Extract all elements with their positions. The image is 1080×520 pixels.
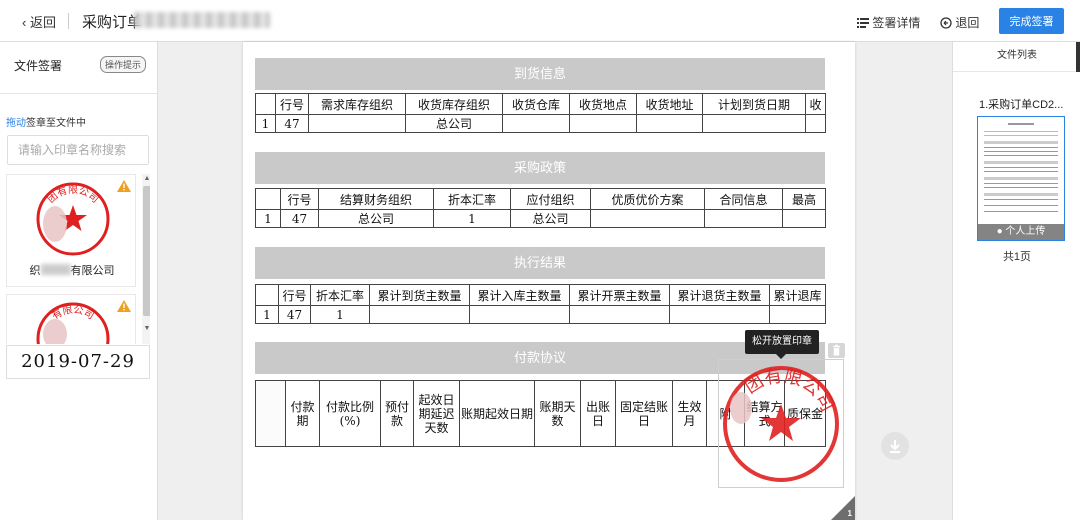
list-icon bbox=[857, 18, 869, 28]
trash-icon[interactable] bbox=[828, 343, 845, 358]
drop-seal-tooltip: 松开放置印章 bbox=[745, 330, 819, 359]
back-button[interactable]: ‹ 返回 bbox=[22, 12, 56, 31]
svg-text:团有限公司: 团有限公司 bbox=[45, 184, 100, 206]
table-row: 1 47 1 bbox=[255, 305, 826, 324]
section-title-arrival: 到货信息 bbox=[255, 58, 825, 90]
policy-table: 行号 结算财务组织 折本汇率 应付组织 优质优价方案 合同信息 最高 1 47 … bbox=[255, 188, 826, 228]
user-icon: ● bbox=[996, 226, 1003, 237]
download-arrow-icon bbox=[890, 440, 900, 453]
section-title-policy: 采购政策 bbox=[255, 152, 825, 184]
file-list-title: 文件列表 bbox=[953, 42, 1080, 72]
company-seal-image: 团有限公司 bbox=[723, 365, 839, 482]
operation-tip-button[interactable]: 操作提示 bbox=[100, 56, 147, 73]
table-row: 1 47 总公司 1 总公司 bbox=[255, 209, 826, 228]
chevron-left-icon: ‹ bbox=[22, 15, 27, 30]
result-table: 行号 折本汇率 累计到货主数量 累计入库主数量 累计开票主数量 累计退货主数量 … bbox=[255, 284, 826, 324]
table-row: 1 47 总公司 bbox=[255, 114, 826, 133]
scroll-up-icon[interactable]: ▲ bbox=[142, 174, 150, 184]
file-name[interactable]: 1.采购订单CD2... bbox=[979, 96, 1063, 112]
scroll-down-icon[interactable]: ▼ bbox=[142, 324, 150, 334]
divider bbox=[68, 13, 69, 29]
seal-list: 团有限公司 织有限公司 有限公司 ▲ ▼ bbox=[6, 174, 150, 344]
file-thumbnail[interactable]: ● 个人上传 bbox=[977, 116, 1065, 241]
thumbnail-label: ● 个人上传 bbox=[978, 224, 1064, 240]
drag-hint: 拖动签章至文件中 bbox=[6, 114, 86, 129]
seal-search-input[interactable] bbox=[7, 135, 149, 165]
date-stamp[interactable]: 2019-07-29 bbox=[6, 345, 150, 379]
seal-name: 织有限公司 bbox=[29, 264, 115, 277]
scroll-thumb[interactable] bbox=[143, 186, 150, 316]
seal-card[interactable]: 团有限公司 织有限公司 bbox=[6, 174, 136, 287]
page-number: 1 bbox=[847, 509, 852, 518]
company-seal-image: 团有限公司 bbox=[36, 182, 110, 256]
table-header-row: 行号 折本汇率 累计到货主数量 累计入库主数量 累计开票主数量 累计退货主数量 … bbox=[255, 284, 826, 306]
file-list-panel: 文件列表 1.采购订单CD2... ● 个人上传 共1页 bbox=[952, 42, 1080, 520]
panel-title: 文件签署 bbox=[14, 59, 63, 73]
redacted-title-part bbox=[134, 12, 270, 28]
file-list-scrollbar[interactable] bbox=[1076, 42, 1080, 72]
sign-detail-button[interactable]: 签署详情 bbox=[857, 14, 920, 31]
download-icon[interactable] bbox=[881, 432, 909, 460]
seal-card[interactable]: 有限公司 bbox=[6, 294, 136, 344]
company-seal-image: 有限公司 bbox=[36, 302, 110, 344]
warning-icon bbox=[117, 300, 131, 312]
redacted-name-part bbox=[40, 264, 71, 275]
trash-icon-glyph bbox=[833, 344, 840, 356]
thumbnail-preview bbox=[984, 123, 1058, 212]
placed-seal[interactable]: 团有限公司 bbox=[718, 359, 844, 488]
drag-hint-text: 签章至文件中 bbox=[26, 118, 86, 129]
return-icon bbox=[940, 17, 952, 29]
seal-panel: 文件签署 操作提示 拖动签章至文件中 团有限公司 织有限公司 bbox=[0, 42, 158, 520]
top-bar: ‹ 返回 采购订单 签署详情 退回 完成签署 bbox=[0, 0, 1080, 42]
section-title-result: 执行结果 bbox=[255, 247, 825, 279]
finish-sign-button[interactable]: 完成签署 bbox=[999, 8, 1064, 34]
seal-list-scrollbar[interactable]: ▲ ▼ bbox=[142, 174, 150, 344]
page-count: 共1页 bbox=[1002, 251, 1032, 263]
warning-icon bbox=[117, 180, 131, 192]
table-header-row: 行号 需求库存组织 收货库存组织 收货仓库 收货地点 收货地址 计划到货日期 收 bbox=[255, 93, 826, 115]
page-title: 采购订单 bbox=[82, 14, 143, 31]
seal-panel-header: 文件签署 操作提示 bbox=[0, 42, 157, 94]
return-button[interactable]: 退回 bbox=[940, 14, 979, 31]
table-header-row: 行号 结算财务组织 折本汇率 应付组织 优质优价方案 合同信息 最高 bbox=[255, 188, 826, 210]
arrival-table: 行号 需求库存组织 收货库存组织 收货仓库 收货地点 收货地址 计划到货日期 收… bbox=[255, 93, 826, 133]
drag-hint-highlight: 拖动 bbox=[6, 118, 26, 129]
